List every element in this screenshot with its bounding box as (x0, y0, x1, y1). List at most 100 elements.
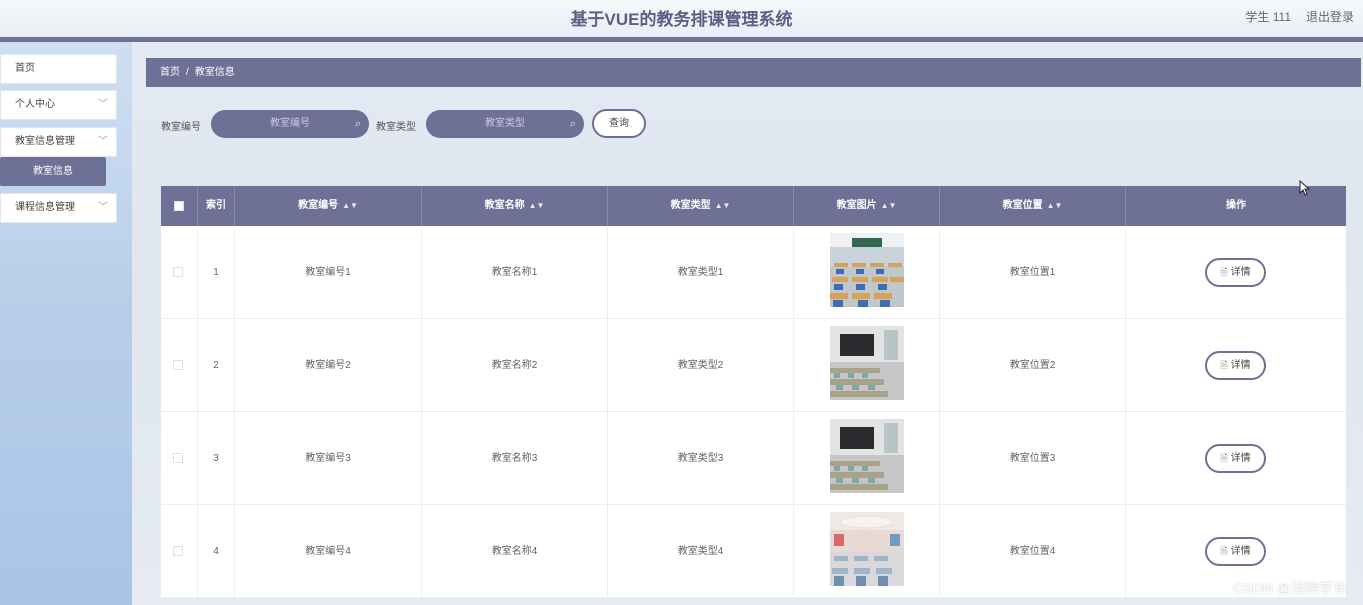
search-icon: ⌕ (354, 118, 361, 130)
classroom-type-input[interactable]: 教室类型 ⌕ (426, 110, 584, 138)
sidebar-item-classroom-management[interactable]: 教室信息管理 ﹀ (0, 127, 117, 157)
sidebar-item-course-management[interactable]: 课程信息管理 ﹀ (0, 193, 117, 223)
sidebar-item-label: 个人中心 (15, 99, 55, 110)
classroom-table: 索引 教室编号 ▲▼ 教室名称 ▲▼ 教室类型 ▲▼ 教室图片 ▲▼ 教室位置 ▲▼ 操作… (161, 186, 1346, 605)
sort-icon: ▲▼ (714, 201, 731, 210)
code-cell: 教室编号2 (235, 319, 422, 412)
detail-label: 详情 (1230, 360, 1251, 371)
select-cell (161, 226, 198, 319)
column-header-label: 教室类型 (670, 200, 711, 211)
row-checkbox[interactable] (173, 360, 183, 370)
detail-button[interactable]: 🗎 详情 (1205, 444, 1266, 473)
column-header-type[interactable]: 教室类型 ▲▼ (608, 186, 794, 226)
type-cell: 教室类型3 (608, 412, 794, 505)
chevron-down-icon: ﹀ (98, 99, 108, 110)
watermark: CSDN @涪陵学长 (1233, 580, 1347, 596)
chevron-down-icon: ﹀ (98, 202, 108, 213)
sort-icon: ▲▼ (880, 201, 897, 210)
app-title: 基于VUE的教务排课管理系统 (570, 10, 793, 29)
name-cell: 教室名称1 (422, 226, 608, 319)
classroom-code-input[interactable]: 教室编号 ⌕ (211, 110, 369, 138)
detail-label: 详情 (1230, 267, 1251, 278)
table-row: 2 教室编号2 教室名称2 教室类型2 教室位置2 🗎 详情 (161, 319, 1346, 412)
row-checkbox[interactable] (173, 453, 183, 463)
column-header-label: 教室图片 (836, 200, 877, 211)
logout-link[interactable]: 退出登录 (1306, 8, 1354, 25)
sidebar-item-home[interactable]: 首页 (0, 54, 117, 84)
column-header-label: 教室编号 (298, 200, 339, 211)
detail-button[interactable]: 🗎 详情 (1205, 258, 1266, 287)
detail-button[interactable]: 🗎 详情 (1205, 537, 1266, 566)
image-cell (794, 226, 940, 319)
header-select-cell (161, 186, 198, 226)
location-cell: 教室位置4 (940, 505, 1126, 598)
classroom-photo[interactable] (830, 512, 904, 586)
type-cell: 教室类型2 (608, 319, 794, 412)
code-cell: 教室编号3 (235, 412, 422, 505)
column-header-label: 教室名称 (484, 200, 525, 211)
code-cell: 教室编号1 (235, 226, 422, 319)
sidebar-item-label: 首页 (15, 63, 35, 74)
top-bar: 基于VUE的教务排课管理系统 学生 111 退出登录 (0, 0, 1363, 37)
document-icon: 🗎 (1220, 267, 1228, 277)
table-header: 索引 教室编号 ▲▼ 教室名称 ▲▼ 教室类型 ▲▼ 教室图片 ▲▼ 教室位置 ▲▼ 操作 (161, 186, 1346, 226)
classroom-photo[interactable] (830, 419, 904, 493)
index-cell: 1 (198, 226, 235, 319)
classroom-type-placeholder: 教室类型 (485, 118, 525, 129)
breadcrumb: 首页 / 教室信息 (146, 58, 1361, 87)
select-cell (161, 412, 198, 505)
name-cell: 教室名称3 (422, 412, 608, 505)
current-user: 学生 111 (1245, 10, 1291, 24)
select-cell (161, 505, 198, 598)
actions-cell: 🗎 详情 (1126, 319, 1346, 412)
location-cell: 教室位置3 (940, 412, 1126, 505)
type-cell: 教室类型4 (608, 505, 794, 598)
detail-button[interactable]: 🗎 详情 (1205, 351, 1266, 380)
row-checkbox[interactable] (173, 267, 183, 277)
type-cell: 教室类型1 (608, 226, 794, 319)
classroom-code-label: 教室编号 (161, 122, 201, 133)
column-header-index: 索引 (198, 186, 235, 226)
column-header-image[interactable]: 教室图片 ▲▼ (794, 186, 940, 226)
breadcrumb-separator: / (186, 67, 189, 78)
column-header-code[interactable]: 教室编号 ▲▼ (235, 186, 422, 226)
location-cell: 教室位置2 (940, 319, 1126, 412)
search-icon: ⌕ (569, 118, 576, 130)
sort-icon: ▲▼ (1046, 201, 1063, 210)
actions-cell: 🗎 详情 (1126, 412, 1346, 505)
document-icon: 🗎 (1220, 453, 1228, 463)
sidebar-item-label: 课程信息管理 (15, 202, 75, 213)
index-cell: 4 (198, 505, 235, 598)
sort-icon: ▲▼ (528, 201, 545, 210)
header-divider (0, 37, 1363, 42)
mouse-cursor-icon (1299, 180, 1311, 196)
code-cell: 教室编号4 (235, 505, 422, 598)
index-cell: 3 (198, 412, 235, 505)
location-cell: 教室位置1 (940, 226, 1126, 319)
column-header-label: 教室位置 (1002, 200, 1043, 211)
sort-icon: ▲▼ (342, 201, 358, 210)
column-header-name[interactable]: 教室名称 ▲▼ (422, 186, 608, 226)
sidebar-item-personal-center[interactable]: 个人中心 ﹀ (0, 90, 117, 120)
classroom-photo[interactable] (830, 326, 904, 400)
sidebar: 首页 个人中心 ﹀ 教室信息管理 ﹀ 教室信息 课程信息管理 ﹀ (0, 42, 132, 605)
column-header-location[interactable]: 教室位置 ▲▼ (940, 186, 1126, 226)
row-checkbox[interactable] (173, 546, 183, 556)
query-button[interactable]: 查询 (592, 109, 646, 138)
column-header-actions: 操作 (1226, 200, 1246, 211)
document-icon: 🗎 (1220, 546, 1228, 556)
detail-label: 详情 (1230, 546, 1251, 557)
breadcrumb-home[interactable]: 首页 (160, 67, 180, 78)
breadcrumb-current: 教室信息 (194, 67, 235, 78)
image-cell (794, 412, 940, 505)
table-row: 4 教室编号4 教室名称4 教室类型4 教室位置4 🗎 详情 (161, 505, 1346, 598)
sidebar-subitem-classroom-info[interactable]: 教室信息 (0, 157, 106, 186)
select-cell (161, 319, 198, 412)
index-cell: 2 (198, 319, 235, 412)
actions-cell: 🗎 详情 (1126, 226, 1346, 319)
name-cell: 教室名称4 (422, 505, 608, 598)
select-all-checkbox[interactable] (174, 201, 184, 211)
table-row: 3 教室编号3 教室名称3 教室类型3 教室位置3 🗎 详情 (161, 412, 1346, 505)
document-icon: 🗎 (1220, 360, 1228, 370)
classroom-photo[interactable] (830, 233, 904, 307)
